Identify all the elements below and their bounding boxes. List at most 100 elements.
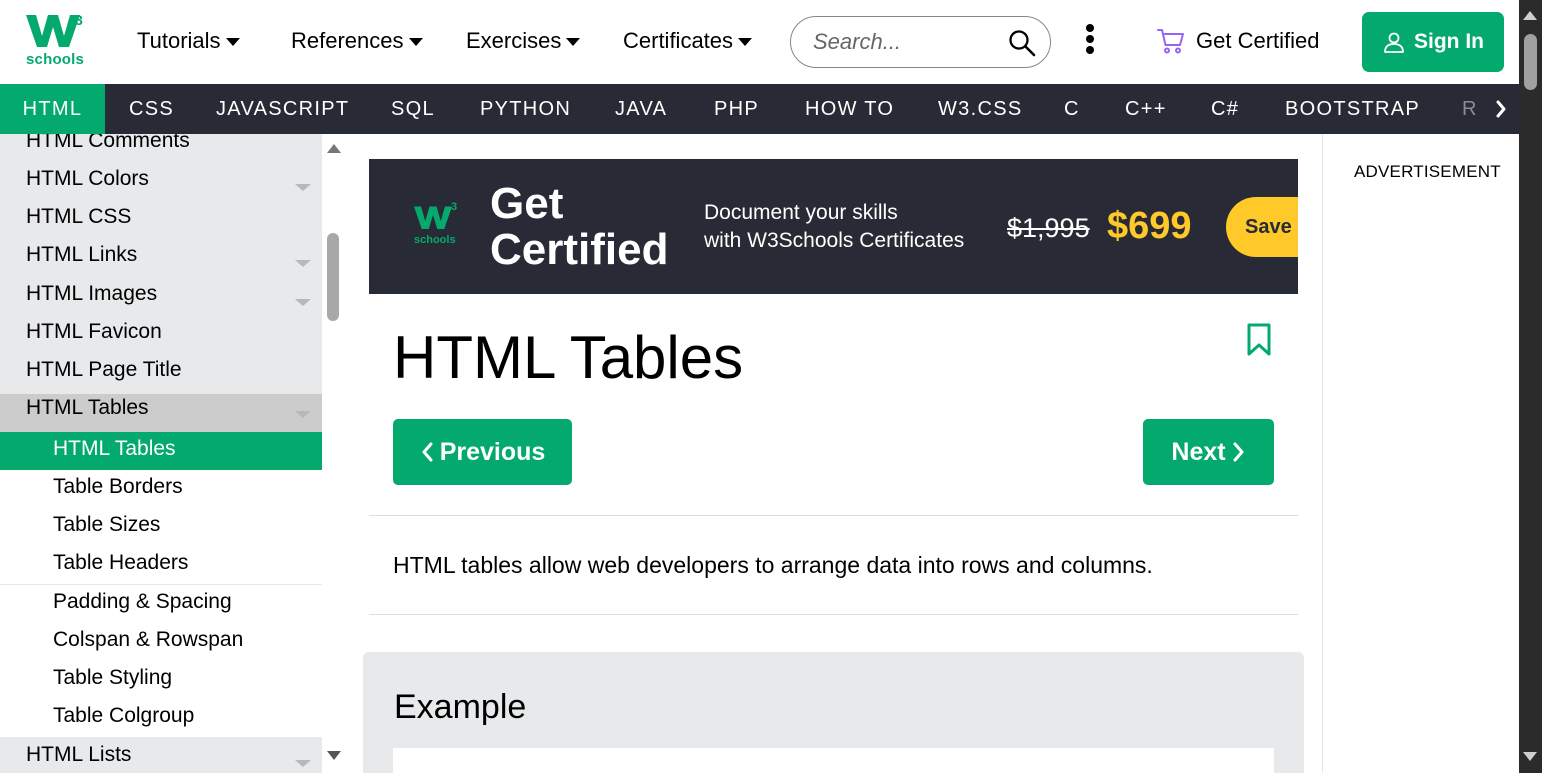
scroll-down-arrow-icon[interactable] xyxy=(327,751,341,760)
subject-c[interactable]: C xyxy=(1064,84,1080,134)
subject-css[interactable]: CSS xyxy=(129,84,174,134)
subject-label: W3.CSS xyxy=(938,98,1023,120)
banner-old-price: $1,995 xyxy=(1007,213,1090,243)
subject-partial: R xyxy=(1462,98,1477,120)
subject-java[interactable]: JAVA xyxy=(615,84,667,134)
advertisement-label: ADVERTISEMENT xyxy=(1354,162,1501,181)
get-certified-banner[interactable]: 3 schools Get Certified Document your sk… xyxy=(369,159,1298,294)
cart-icon xyxy=(1157,29,1184,54)
scroll-down-arrow-icon[interactable] xyxy=(1523,752,1537,761)
subject-label: BOOTSTRAP xyxy=(1285,98,1421,120)
search-input[interactable] xyxy=(813,27,1003,57)
sidebar-item-label: HTML CSS xyxy=(26,205,132,228)
sidebar-item-label: Padding & Spacing xyxy=(53,590,232,613)
sidebar-item-label: HTML Favicon xyxy=(26,320,162,343)
get-certified-label: Get Certified xyxy=(1196,28,1320,53)
subject-label: HTML xyxy=(22,98,83,120)
subject-javascript[interactable]: JAVASCRIPT xyxy=(216,84,349,134)
banner-title-line-2: Certified xyxy=(490,225,669,274)
sidebar-item-html-images[interactable]: HTML Images xyxy=(0,282,322,320)
search-icon[interactable] xyxy=(1008,29,1036,57)
nav-tutorials[interactable]: Tutorials xyxy=(137,28,240,54)
previous-button[interactable]: Previous xyxy=(393,419,572,485)
bookmark-icon[interactable] xyxy=(1246,323,1272,357)
sign-in-button[interactable]: Sign In xyxy=(1362,12,1504,72)
sidebar-subitem-table-sizes[interactable]: Table Sizes xyxy=(0,508,322,546)
subject-label: PYTHON xyxy=(480,98,572,120)
example-code-area xyxy=(393,748,1274,773)
sidebar-item-html-favicon[interactable]: HTML Favicon xyxy=(0,320,322,358)
nav-tutorials-label: Tutorials xyxy=(137,28,221,53)
banner-logo-superscript: 3 xyxy=(451,201,458,213)
sidebar-subitem-table-headers[interactable]: Table Headers xyxy=(0,546,322,584)
subject-how-to[interactable]: HOW TO xyxy=(805,84,894,134)
sidebar-subitem-table-borders[interactable]: Table Borders xyxy=(0,470,322,508)
sidebar-item-label: HTML Comments xyxy=(26,134,190,152)
sidebar: HTML Comments HTML Colors HTML CSS HTML … xyxy=(0,134,322,773)
subject-csharp[interactable]: C# xyxy=(1211,84,1239,134)
sidebar-subitem-colspan-rowspan[interactable]: Colspan & Rowspan xyxy=(0,623,322,661)
sign-in-label: Sign In xyxy=(1414,30,1484,53)
subject-bootstrap[interactable]: BOOTSTRAP xyxy=(1285,84,1420,134)
subject-sql[interactable]: SQL xyxy=(391,84,435,134)
nav-references-label: References xyxy=(291,28,404,53)
caret-down-icon xyxy=(225,38,240,46)
subject-label: HOW TO xyxy=(805,98,895,120)
sidebar-scroll-thumb[interactable] xyxy=(327,233,339,321)
user-icon xyxy=(1384,32,1404,53)
banner-save-button[interactable]: Save xyxy=(1226,197,1298,257)
caret-down-icon xyxy=(738,38,753,46)
sidebar-item-label: HTML Tables xyxy=(26,396,149,419)
nav-certificates-label: Certificates xyxy=(623,28,734,53)
sidebar-item-label: Table Headers xyxy=(53,551,189,574)
dropdown-arrow-icon xyxy=(295,184,311,191)
scroll-up-arrow-icon[interactable] xyxy=(327,144,341,153)
subject-label: C xyxy=(1064,98,1080,120)
subject-label: C# xyxy=(1211,98,1240,120)
sidebar-subitem-table-styling[interactable]: Table Styling xyxy=(0,661,322,699)
subject-nav: HTML CSS JAVASCRIPT SQL PYTHON JAVA PHP … xyxy=(0,84,1519,134)
sidebar-item-html-links[interactable]: HTML Links xyxy=(0,243,322,281)
w3-logo-mark xyxy=(414,206,452,229)
chevron-left-icon xyxy=(422,442,433,462)
sidebar-item-html-comments[interactable]: HTML Comments xyxy=(0,134,322,167)
page-scrollbar[interactable] xyxy=(1519,0,1542,773)
banner-text-line-1: Document your skills xyxy=(704,201,898,224)
sidebar-item-html-page-title[interactable]: HTML Page Title xyxy=(0,358,322,396)
sidebar-item-html-tables[interactable]: HTML Tables xyxy=(0,394,322,432)
sidebar-subitem-padding-spacing[interactable]: Padding & Spacing xyxy=(0,585,322,623)
banner-title-line-1: Get xyxy=(490,179,564,228)
sidebar-scrollbar[interactable] xyxy=(322,134,346,773)
scroll-up-arrow-icon[interactable] xyxy=(1523,11,1537,20)
sidebar-subitem-table-colgroup[interactable]: Table Colgroup xyxy=(0,699,322,737)
nav-exercises[interactable]: Exercises xyxy=(466,28,581,54)
dropdown-arrow-icon xyxy=(295,299,311,306)
chevron-right-icon xyxy=(1233,442,1244,462)
subject-python[interactable]: PYTHON xyxy=(480,84,571,134)
sidebar-item-html-colors[interactable]: HTML Colors xyxy=(0,167,322,205)
sidebar-item-label: Table Sizes xyxy=(53,513,161,536)
subject-label: SQL xyxy=(391,98,435,120)
page-title: HTML Tables xyxy=(393,324,744,391)
sidebar-item-html-css[interactable]: HTML CSS xyxy=(0,205,322,243)
subject-nav-next[interactable] xyxy=(1482,84,1519,134)
subject-cpp[interactable]: C++ xyxy=(1125,84,1167,134)
next-button[interactable]: Next xyxy=(1143,419,1274,485)
w3schools-logo[interactable]: 3 schools xyxy=(24,12,90,70)
w3-logo-mark xyxy=(26,15,80,47)
intro-text: HTML tables allow web developers to arra… xyxy=(393,552,1153,578)
nav-exercises-label: Exercises xyxy=(466,28,562,53)
get-certified-link[interactable]: Get Certified xyxy=(1156,26,1320,56)
sidebar-item-html-lists[interactable]: HTML Lists xyxy=(0,738,322,773)
subject-php[interactable]: PHP xyxy=(714,84,759,134)
next-label: Next xyxy=(1171,437,1226,466)
page-scroll-thumb[interactable] xyxy=(1524,34,1537,90)
nav-certificates[interactable]: Certificates xyxy=(623,28,753,54)
subject-html[interactable]: HTML xyxy=(0,84,105,134)
sidebar-subitem-html-tables[interactable]: HTML Tables xyxy=(0,432,322,470)
sidebar-item-label: HTML Images xyxy=(26,282,158,305)
vertical-dots-icon[interactable] xyxy=(1082,24,1098,60)
nav-references[interactable]: References xyxy=(291,28,423,54)
subject-w3css[interactable]: W3.CSS xyxy=(938,84,1022,134)
caret-down-icon xyxy=(408,38,423,46)
